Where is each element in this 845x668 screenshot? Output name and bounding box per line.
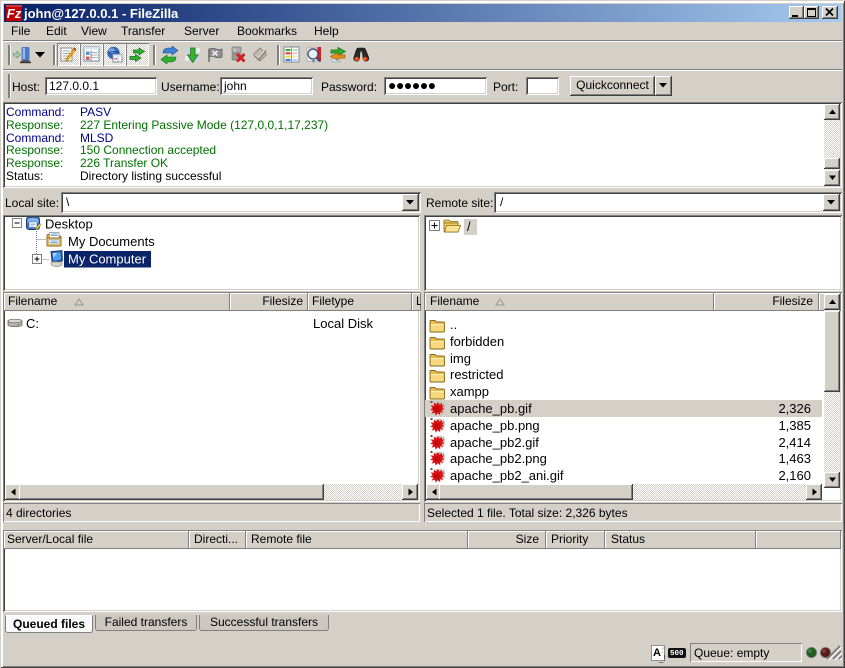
svg-text:/: / bbox=[467, 219, 471, 234]
svg-text:Fz: Fz bbox=[7, 6, 22, 21]
svg-text:My Documents: My Documents bbox=[68, 234, 155, 249]
svg-text:My Computer: My Computer bbox=[68, 252, 147, 267]
svg-text:Desktop: Desktop bbox=[45, 217, 93, 232]
